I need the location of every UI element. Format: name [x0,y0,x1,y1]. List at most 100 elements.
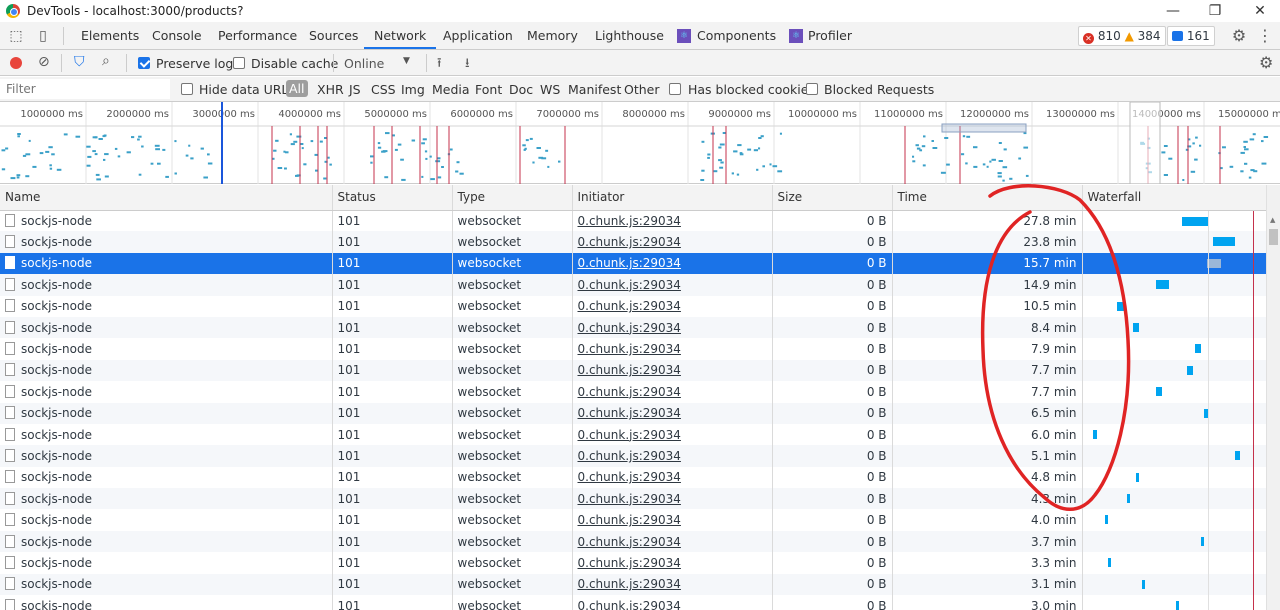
blocked-requests-checkbox[interactable] [806,83,818,95]
more-options-icon[interactable]: ⋮ [1256,27,1274,45]
cell-initiator-link[interactable]: 0.chunk.js:29034 [572,252,773,275]
tab-console[interactable]: Console [152,22,202,49]
scrollbar-thumb[interactable] [1269,229,1278,245]
cell-initiator-link[interactable]: 0.chunk.js:29034 [572,359,773,382]
tab-elements[interactable]: Elements [81,22,139,49]
cell-initiator-link[interactable]: 0.chunk.js:29034 [572,423,773,446]
cell-name[interactable]: sockjs-node [0,316,333,339]
table-row[interactable]: sockjs-node 101 websocket 0.chunk.js:29034 0… [0,466,1267,489]
table-row[interactable]: sockjs-node 101 websocket 0.chunk.js:29034 0… [0,338,1267,360]
cell-name[interactable]: sockjs-node [0,402,333,424]
type-filter-font[interactable]: Font [475,82,502,97]
import-har-icon[interactable]: ⭱ [437,54,442,76]
table-row[interactable]: sockjs-node 101 websocket 0.chunk.js:29034 0… [0,252,1267,275]
has-blocked-cookies-checkbox[interactable] [669,83,681,95]
cell-name[interactable]: sockjs-node [0,231,333,253]
cell-initiator-link[interactable]: 0.chunk.js:29034 [572,488,773,510]
table-scrollbar[interactable]: ▲ [1266,185,1280,610]
table-row[interactable]: sockjs-node 101 websocket 0.chunk.js:29034 0… [0,274,1267,296]
cell-name[interactable]: sockjs-node [0,252,333,275]
cell-initiator-link[interactable]: 0.chunk.js:29034 [572,316,773,339]
cell-initiator-link[interactable]: 0.chunk.js:29034 [572,210,773,232]
table-row[interactable]: sockjs-node 101 websocket 0.chunk.js:29034 0… [0,295,1267,317]
disable-cache-checkbox[interactable] [233,57,245,69]
table-row[interactable]: sockjs-node 101 websocket 0.chunk.js:29034 0… [0,231,1267,253]
table-row[interactable]: sockjs-node 101 websocket 0.chunk.js:29034 0… [0,595,1267,610]
overview-selection-window[interactable] [1129,102,1161,184]
cell-name[interactable]: sockjs-node [0,295,333,317]
cell-name[interactable]: sockjs-node [0,381,333,403]
cell-initiator-link[interactable]: 0.chunk.js:29034 [572,338,773,360]
table-row[interactable]: sockjs-node 101 websocket 0.chunk.js:29034 0… [0,359,1267,382]
table-row[interactable]: sockjs-node 101 websocket 0.chunk.js:29034 0… [0,552,1267,574]
cell-name[interactable]: sockjs-node [0,359,333,382]
table-row[interactable]: sockjs-node 101 websocket 0.chunk.js:29034 0… [0,381,1267,403]
filter-icon[interactable]: ⛉ [74,54,85,70]
cell-initiator-link[interactable]: 0.chunk.js:29034 [572,445,773,467]
cell-name[interactable]: sockjs-node [0,530,333,553]
cell-initiator-link[interactable]: 0.chunk.js:29034 [572,381,773,403]
type-filter-manifest[interactable]: Manifest [568,82,621,97]
column-header-name[interactable]: Name [0,185,333,211]
cell-name[interactable]: sockjs-node [0,595,333,610]
filter-input[interactable] [0,79,170,99]
tab-memory[interactable]: Memory [527,22,578,49]
table-row[interactable]: sockjs-node 101 websocket 0.chunk.js:29034 0… [0,402,1267,424]
tab-profiler[interactable]: Profiler [808,22,852,49]
cell-name[interactable]: sockjs-node [0,338,333,360]
minimize-button[interactable]: — [1153,1,1193,21]
tab-performance[interactable]: Performance [218,22,297,49]
type-filter-js[interactable]: JS [349,82,361,97]
type-filter-css[interactable]: CSS [371,82,396,97]
tab-sources[interactable]: Sources [309,22,358,49]
cell-name[interactable]: sockjs-node [0,509,333,531]
network-settings-gear-icon[interactable]: ⚙ [1259,53,1273,72]
type-filter-media[interactable]: Media [432,82,470,97]
cell-initiator-link[interactable]: 0.chunk.js:29034 [572,274,773,296]
column-header-initiator[interactable]: Initiator [572,185,773,211]
type-filter-xhr[interactable]: XHR [317,82,344,97]
messages-counter[interactable]: 161 [1167,26,1215,46]
throttling-select[interactable]: Online [344,56,384,71]
issues-counter[interactable]: ✕ 810 ▲ 384 [1078,26,1166,46]
cell-initiator-link[interactable]: 0.chunk.js:29034 [572,509,773,531]
record-icon[interactable] [10,57,22,69]
tab-network[interactable]: Network [364,22,437,49]
cell-name[interactable]: sockjs-node [0,573,333,596]
settings-gear-icon[interactable]: ⚙ [1230,27,1248,45]
cell-initiator-link[interactable]: 0.chunk.js:29034 [572,573,773,596]
cell-initiator-link[interactable]: 0.chunk.js:29034 [572,402,773,424]
cell-name[interactable]: sockjs-node [0,423,333,446]
table-row[interactable]: sockjs-node 101 websocket 0.chunk.js:29034 0… [0,573,1267,596]
table-row[interactable]: sockjs-node 101 websocket 0.chunk.js:29034 0… [0,509,1267,531]
search-icon[interactable]: ⌕ [102,53,110,69]
cell-name[interactable]: sockjs-node [0,552,333,574]
column-header-status[interactable]: Status [332,185,453,211]
cell-name[interactable]: sockjs-node [0,445,333,467]
table-row[interactable]: sockjs-node 101 websocket 0.chunk.js:29034 0… [0,445,1267,467]
cell-initiator-link[interactable]: 0.chunk.js:29034 [572,530,773,553]
cell-name[interactable]: sockjs-node [0,274,333,296]
maximize-button[interactable]: ❐ [1195,1,1235,21]
cell-initiator-link[interactable]: 0.chunk.js:29034 [572,231,773,253]
preserve-log-checkbox[interactable] [138,57,150,69]
type-filter-all[interactable]: All [286,80,308,97]
table-row[interactable]: sockjs-node 101 websocket 0.chunk.js:29034 0… [0,488,1267,510]
tab-lighthouse[interactable]: Lighthouse [595,22,664,49]
scroll-up-icon[interactable]: ▲ [1270,216,1275,224]
tab-components[interactable]: Components [697,22,776,49]
table-row[interactable]: sockjs-node 101 websocket 0.chunk.js:29034 0… [0,316,1267,339]
tab-application[interactable]: Application [443,22,513,49]
column-header-size[interactable]: Size [772,185,893,211]
network-overview-timeline[interactable]: 1000000 ms 2000000 ms 3000000 ms 4000000 ms… [0,102,1280,184]
table-row[interactable]: sockjs-node 101 websocket 0.chunk.js:29034 0… [0,423,1267,446]
cell-initiator-link[interactable]: 0.chunk.js:29034 [572,466,773,489]
cell-initiator-link[interactable]: 0.chunk.js:29034 [572,295,773,317]
type-filter-ws[interactable]: WS [540,82,560,97]
column-header-type[interactable]: Type [452,185,573,211]
hide-data-urls-checkbox[interactable] [181,83,193,95]
close-window-button[interactable]: ✕ [1240,1,1280,21]
type-filter-doc[interactable]: Doc [509,82,533,97]
export-har-icon[interactable]: ⭳ [465,54,470,76]
table-row[interactable]: sockjs-node 101 websocket 0.chunk.js:29034 0… [0,530,1267,553]
